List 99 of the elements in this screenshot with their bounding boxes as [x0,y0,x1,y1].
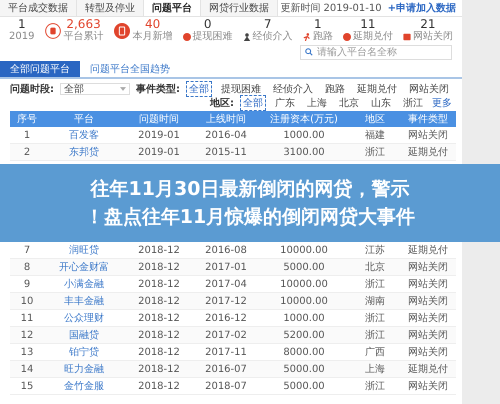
stat-label: 2019 [9,31,34,43]
section-tab[interactable]: 全部问题平台 [0,61,80,77]
table-cell: 2017-01 [194,258,258,276]
filter-label: 事件类型: [136,82,180,96]
table-cell: 2018-07 [194,378,258,394]
table-cell: 浙江 [350,144,400,160]
section-tab[interactable]: 问题平台全国趋势 [80,61,180,77]
filter-option[interactable]: 山东 [368,94,394,110]
filter-label: 问题时段: [10,82,54,96]
table-cell: 2018-12 [124,258,194,276]
filter-option[interactable]: 跑路 [322,80,348,96]
stat-label: 经侦介入 [252,31,293,43]
table-cell: 2016-07 [194,360,258,378]
platform-link[interactable]: 开心金财富 [44,258,124,276]
filter-option[interactable]: 提现困难 [218,80,264,96]
banner-title: 往年11月30日最新倒闭的网贷，警示 [90,177,410,201]
table-cell: 10000.00 [258,292,350,310]
table-cell: 2018-12 [124,326,194,344]
table-cell: 2018-12 [124,292,194,310]
platform-link[interactable]: 丰丰金融 [44,292,124,310]
column-header: 上线时间 [194,111,258,127]
search-icon [305,48,313,56]
banner-title: ！盘点往年11月惊爆的倒闭网贷大事件 [84,205,416,229]
platform-link[interactable]: 东邦贷 [44,144,124,160]
table-cell: 2019-01 [124,144,194,160]
platform-link[interactable]: 国融贷 [44,326,124,344]
column-header: 事件类型 [400,111,456,127]
stat-value: 1 [314,18,322,31]
filter-option[interactable]: 网站关闭 [406,80,452,96]
page-tab[interactable]: 网贷行业数据 [201,0,278,16]
stat-label: 平台累计 [64,31,104,43]
page-tab[interactable]: 转型及停业 [77,0,144,16]
table-cell: 网站关闭 [400,292,456,310]
filter-option[interactable]: 上海 [304,94,330,110]
table-cell: 10 [10,292,44,310]
runner-icon [302,33,311,41]
stat-value: 0 [204,18,212,31]
table-cell: 2015-11 [194,144,258,160]
search-field[interactable]: 请输入平台名全称 [300,45,452,60]
table-cell: 2017-02 [194,326,258,344]
table-cell: 2018-12 [124,360,194,378]
filter-option[interactable]: 全部 [186,80,212,96]
table-cell: 延期兑付 [400,360,456,378]
table-cell: 8 [10,258,44,276]
database-icon [44,22,61,38]
table-cell: 2018-12 [124,378,194,394]
column-header: 问题时间 [124,111,194,127]
table-cell: 5200.00 [258,326,350,344]
stat-value: 11 [360,18,376,31]
filter-option[interactable]: 北京 [336,94,362,110]
platform-link[interactable]: 金竹金服 [44,378,124,394]
table-cell: 12 [10,326,44,344]
stat-value: 7 [264,18,272,31]
table-cell: 湖南 [350,292,400,310]
table-cell: 网站关闭 [400,258,456,276]
stat-value: 40 [144,18,160,31]
stat-label: 跑路 [312,31,333,43]
table-cell: 2017-12 [194,292,258,310]
column-header: 注册资本(万元) [258,111,350,127]
column-header: 地区 [350,111,400,127]
stat-label: 网站关闭 [412,31,453,43]
table-cell: 5000.00 [258,360,350,378]
table-cell: 浙江 [350,378,400,394]
filter-label: 地区: [210,96,234,110]
stat-label: 提现困难 [192,31,233,43]
filter-option[interactable]: 经侦介入 [270,80,316,96]
platform-link[interactable]: 旺力金融 [44,360,124,378]
period-dropdown[interactable]: 全部 [60,82,130,94]
stat-value: 2,663 [66,18,101,31]
alert-icon [182,33,191,41]
table-cell: 网站关闭 [400,326,456,344]
more-link[interactable]: 更多 [432,96,452,110]
caret-icon [120,86,126,90]
table-cell: 延期兑付 [400,144,456,160]
table-cell: 3100.00 [258,144,350,160]
table-cell: 浙江 [350,326,400,344]
table-cell: 14 [10,360,44,378]
table-cell: 网站关闭 [400,378,456,394]
alert-icon [342,33,351,41]
stat-value: 21 [420,18,436,31]
table-cell: 2 [10,144,44,160]
table-cell: 5000.00 [258,378,350,394]
person-icon [242,33,251,41]
column-header: 平台 [44,111,124,127]
document-icon [114,22,130,38]
column-header: 序号 [10,111,44,127]
stat-label: 延期兑付 [352,31,393,43]
update-time: 更新时间 2019-01-10 [280,2,382,15]
join-link[interactable]: +申请加入数据 [388,1,456,15]
page-tab[interactable]: 平台成交数据 [0,0,77,16]
table-cell: 上海 [350,360,400,378]
filter-option[interactable]: 浙江 [400,94,426,110]
table-cell: 北京 [350,258,400,276]
table-cell: 15 [10,378,44,394]
filter-option[interactable]: 广东 [272,94,298,110]
stat-label: 本月新增 [132,31,173,43]
table-cell: 5000.00 [258,258,350,276]
stat-value: 1 [18,18,26,31]
filter-option[interactable]: 延期兑付 [354,80,400,96]
